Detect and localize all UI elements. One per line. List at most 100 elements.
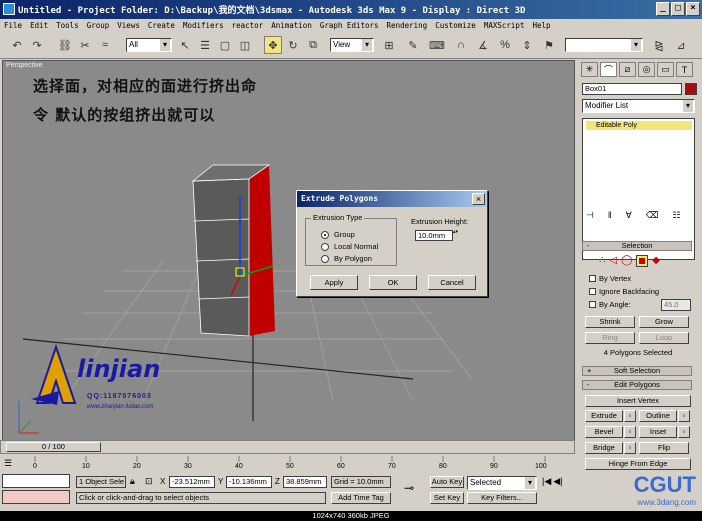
- lock-selection-icon[interactable]: 🔒︎: [130, 476, 135, 487]
- x-coordinate-field[interactable]: -23.512mm: [169, 476, 215, 488]
- ignore-backfacing-checkbox[interactable]: Ignore Backfacing: [589, 287, 659, 296]
- window-crossing-icon[interactable]: ◫: [236, 36, 254, 54]
- ok-button[interactable]: OK: [369, 275, 417, 290]
- absolute-mode-icon[interactable]: ⊡: [145, 476, 153, 487]
- inset-button[interactable]: Inset: [639, 426, 677, 438]
- element-level-icon[interactable]: ◆: [652, 255, 660, 267]
- select-manipulate-icon[interactable]: ✎: [404, 36, 422, 54]
- unlink-icon[interactable]: ✂: [76, 36, 94, 54]
- select-by-name-icon[interactable]: ☰: [196, 36, 214, 54]
- ref-coord-dropdown[interactable]: View: [330, 38, 374, 52]
- by-angle-spinner[interactable]: 45.0: [661, 299, 691, 311]
- display-tab-icon[interactable]: ▭: [657, 62, 674, 77]
- pin-stack-icon[interactable]: ⊣: [586, 210, 594, 222]
- menu-graph-editors[interactable]: Graph Editors: [320, 21, 379, 30]
- y-coordinate-field[interactable]: -10.136mm: [226, 476, 272, 488]
- stack-item-editable-poly[interactable]: Editable Poly: [586, 121, 692, 130]
- menu-rendering[interactable]: Rendering: [387, 21, 428, 30]
- bevel-button[interactable]: Bevel: [585, 426, 623, 438]
- hierarchy-tab-icon[interactable]: ⧄: [619, 62, 636, 77]
- bridge-settings-button[interactable]: ▫: [624, 442, 636, 454]
- selection-rollout-header[interactable]: - Selection: [582, 241, 692, 251]
- maximize-button[interactable]: □: [671, 2, 685, 16]
- create-tab-icon[interactable]: ✳: [581, 62, 598, 77]
- select-object-icon[interactable]: ↖: [176, 36, 194, 54]
- remove-modifier-icon[interactable]: ⌫: [646, 210, 659, 222]
- select-link-icon[interactable]: ⛓: [56, 36, 74, 54]
- rect-selection-icon[interactable]: ▢: [216, 36, 234, 54]
- dialog-close-button[interactable]: ×: [472, 193, 485, 205]
- auto-key-button[interactable]: Auto Key: [430, 476, 464, 488]
- edit-polygons-rollout-header[interactable]: - Edit Polygons: [582, 380, 692, 390]
- make-unique-icon[interactable]: ∀: [626, 210, 632, 222]
- maxscript-listener-top[interactable]: [2, 474, 70, 488]
- cancel-button[interactable]: Cancel: [428, 275, 476, 290]
- by-angle-checkbox[interactable]: By Angle:: [589, 300, 631, 309]
- menu-customize[interactable]: Customize: [435, 21, 476, 30]
- flip-button[interactable]: Flip: [639, 442, 689, 454]
- configure-sets-icon[interactable]: ☷: [672, 210, 680, 222]
- utilities-tab-icon[interactable]: T: [676, 62, 693, 77]
- close-button[interactable]: ×: [686, 2, 700, 16]
- vertex-level-icon[interactable]: ∴: [599, 255, 605, 267]
- spinner-snap-icon[interactable]: ⇕: [518, 36, 536, 54]
- insert-vertex-button[interactable]: Insert Vertex: [585, 395, 691, 407]
- redo-icon[interactable]: ↷: [28, 36, 46, 54]
- polygon-level-icon[interactable]: [636, 255, 649, 267]
- outline-button[interactable]: Outline: [639, 410, 677, 422]
- mirror-icon[interactable]: ⧎: [650, 36, 668, 54]
- border-level-icon[interactable]: ◯: [621, 255, 632, 267]
- menu-edit[interactable]: Edit: [30, 21, 48, 30]
- ring-button[interactable]: Ring: [585, 332, 635, 344]
- menu-maxscript[interactable]: MAXScript: [484, 21, 525, 30]
- extrusion-height-spinner[interactable]: 10.0mm: [415, 230, 460, 241]
- bevel-settings-button[interactable]: ▫: [624, 426, 636, 438]
- extrude-button[interactable]: Extrude: [585, 410, 623, 422]
- maxscript-listener-bottom[interactable]: [2, 490, 70, 504]
- go-to-start-icon[interactable]: |◀: [542, 476, 551, 487]
- key-mode-dropdown[interactable]: Selected: [467, 476, 537, 490]
- soft-selection-rollout-header[interactable]: + Soft Selection: [582, 366, 692, 376]
- percent-snap-icon[interactable]: %: [496, 36, 514, 54]
- key-filters-button[interactable]: Key Filters...: [467, 492, 537, 504]
- time-slider-thumb[interactable]: 0 / 100: [6, 442, 101, 452]
- hinge-from-edge-button[interactable]: Hinge From Edge: [585, 458, 691, 470]
- radio-local-normal[interactable]: Local Normal: [321, 242, 378, 251]
- track-bar[interactable]: ☰ 0 10 20 30 40 50 60 70 80 90 100: [0, 456, 575, 474]
- bridge-button[interactable]: Bridge: [585, 442, 623, 454]
- key-icon[interactable]: ⊸: [404, 481, 414, 495]
- set-key-button[interactable]: Set Key: [430, 492, 464, 504]
- edge-level-icon[interactable]: ◁: [609, 255, 617, 267]
- box01-object[interactable]: [191, 164, 275, 337]
- pivot-icon[interactable]: ⊞: [380, 36, 398, 54]
- radio-by-polygon[interactable]: By Polygon: [321, 254, 372, 263]
- move-icon[interactable]: ✥: [264, 36, 282, 54]
- object-color-swatch[interactable]: [685, 83, 697, 95]
- menu-tools[interactable]: Tools: [56, 21, 79, 30]
- grow-button[interactable]: Grow: [639, 316, 689, 328]
- radio-group[interactable]: Group: [321, 230, 355, 239]
- motion-tab-icon[interactable]: ◎: [638, 62, 655, 77]
- angle-snap-icon[interactable]: ∡: [474, 36, 492, 54]
- by-vertex-checkbox[interactable]: By Vertex: [589, 274, 631, 283]
- rotate-icon[interactable]: ↻: [284, 36, 302, 54]
- previous-frame-icon[interactable]: ◀|: [553, 476, 562, 487]
- z-coordinate-field[interactable]: 38.859mm: [283, 476, 327, 488]
- menu-help[interactable]: Help: [532, 21, 550, 30]
- menu-views[interactable]: Views: [117, 21, 140, 30]
- open-mini-curve-editor-icon[interactable]: ☰: [4, 458, 12, 469]
- shrink-button[interactable]: Shrink: [585, 316, 635, 328]
- add-time-tag-button[interactable]: Add Time Tag: [331, 492, 391, 504]
- minimize-button[interactable]: _: [656, 2, 670, 16]
- loop-button[interactable]: Loop: [639, 332, 689, 344]
- outline-settings-button[interactable]: ▫: [678, 410, 690, 422]
- menu-create[interactable]: Create: [148, 21, 175, 30]
- menu-animation[interactable]: Animation: [271, 21, 312, 30]
- modify-tab-icon[interactable]: ⌒: [600, 62, 617, 77]
- modifier-list-dropdown[interactable]: Modifier List: [582, 99, 695, 113]
- bind-space-warp-icon[interactable]: ≈: [96, 36, 114, 54]
- undo-icon[interactable]: ↶: [8, 36, 26, 54]
- time-slider[interactable]: 0 / 100: [0, 440, 575, 454]
- named-selection-icon[interactable]: ⚑: [540, 36, 558, 54]
- inset-settings-button[interactable]: ▫: [678, 426, 690, 438]
